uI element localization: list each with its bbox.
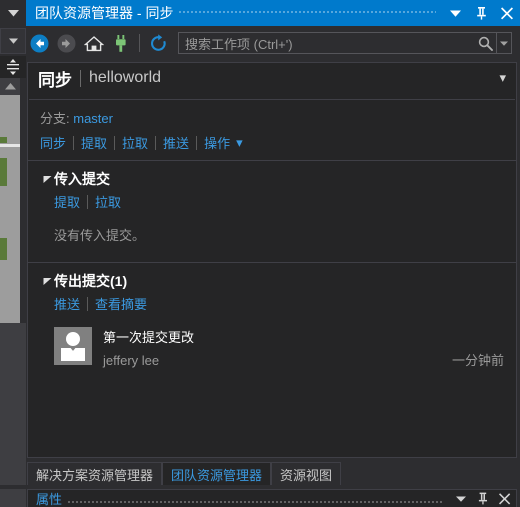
panel-header: 同步 helloworld ▾ [28, 63, 516, 93]
properties-panel-header: 属性 [27, 489, 517, 507]
commit-message: 第一次提交更改 [103, 330, 195, 345]
expand-triangle-icon[interactable] [40, 175, 54, 184]
tab-solution-explorer[interactable]: 解决方案资源管理器 [27, 462, 163, 485]
search-icon [478, 36, 493, 51]
outgoing-section-title: 传出提交(1) [54, 273, 128, 289]
commit-author: jeffery lee [103, 353, 160, 368]
gutter-secondary-dropdown[interactable] [0, 28, 26, 54]
action-link-actions[interactable]: 操作 [204, 133, 230, 152]
actions-caret-icon[interactable]: ▾ [236, 135, 243, 151]
outgoing-commits-section: 传出提交(1) 推送 查看摘要 第一次提交更改 jeffery lee 一分钟前 [28, 262, 516, 379]
search-input[interactable]: 搜索工作项 (Ctrl+') [179, 34, 474, 53]
chevron-down-icon [8, 38, 18, 44]
commit-list-item[interactable]: 第一次提交更改 jeffery lee 一分钟前 [28, 313, 516, 379]
outgoing-link-view-summary[interactable]: 查看摘要 [95, 294, 147, 313]
window-title-bar: 团队资源管理器 - 同步 [26, 0, 520, 26]
incoming-empty-message: 没有传入提交。 [54, 228, 146, 243]
branch-label: 分支: [40, 111, 70, 126]
team-explorer-panel: 同步 helloworld ▾ 分支: master 同步 提取 拉取 推送 操… [27, 62, 517, 458]
outgoing-section-header[interactable]: 传出提交(1) [28, 271, 516, 291]
chevron-down-icon [456, 496, 466, 502]
search-work-items-box[interactable]: 搜索工作项 (Ctrl+') [178, 32, 512, 54]
caret-up-icon [4, 83, 16, 90]
action-link-push[interactable]: 推送 [163, 133, 189, 152]
gutter-edge-fill [20, 78, 26, 323]
action-link-sync[interactable]: 同步 [40, 133, 66, 152]
window-title: 团队资源管理器 - 同步 [35, 5, 174, 21]
chevron-down-icon [449, 10, 461, 17]
home-icon [83, 35, 104, 51]
properties-grip[interactable] [68, 490, 444, 507]
forward-button[interactable] [53, 30, 80, 56]
search-dropdown-button[interactable] [496, 33, 511, 53]
triangle-expanded-icon [43, 175, 51, 183]
incoming-section-header[interactable]: 传入提交 [28, 169, 516, 189]
properties-close-button[interactable] [494, 490, 516, 507]
incoming-link-fetch[interactable]: 提取 [54, 192, 80, 211]
action-link-pull[interactable]: 拉取 [122, 133, 148, 152]
toolbar-separator [139, 34, 140, 52]
panel-menu-caret[interactable]: ▾ [499, 70, 506, 86]
chevron-down-icon [7, 10, 19, 17]
navigation-toolbar: 搜索工作项 (Ctrl+') [26, 26, 520, 60]
action-link-fetch[interactable]: 提取 [81, 133, 107, 152]
action-links-row: 同步 提取 拉取 推送 操作 ▾ [28, 127, 516, 160]
page-title: 同步 [38, 70, 72, 90]
triangle-expanded-icon [43, 277, 51, 285]
tab-resource-view[interactable]: 资源视图 [271, 462, 342, 485]
title-bar-grip[interactable] [179, 0, 436, 26]
team-explorer-window: 团队资源管理器 - 同步 搜索工作项 (Ctrl+') 同步 helloworl… [0, 0, 520, 507]
branch-row: 分支: master [28, 100, 516, 127]
avatar-head-shape [66, 332, 80, 346]
incoming-link-pull[interactable]: 拉取 [95, 192, 121, 211]
left-gutter [0, 0, 26, 507]
change-marker [0, 137, 7, 143]
incoming-commits-section: 传入提交 提取 拉取 没有传入提交。 [28, 160, 516, 262]
pin-icon [476, 7, 486, 20]
pin-icon [478, 492, 487, 505]
adjacent-panel-scrollbar[interactable] [0, 78, 26, 323]
window-close-button[interactable] [494, 0, 520, 26]
scrollbar-thumb[interactable] [0, 95, 20, 323]
outgoing-link-push[interactable]: 推送 [54, 294, 80, 313]
back-button[interactable] [26, 30, 53, 56]
refresh-icon [150, 33, 166, 51]
window-pin-button[interactable] [468, 0, 494, 26]
avatar-body-shape [61, 348, 85, 361]
vertical-resize-icon [7, 59, 19, 75]
avatar [54, 327, 92, 365]
gutter-dropdown-button[interactable] [0, 0, 26, 26]
change-marker [0, 238, 7, 260]
scrollbar-up-arrow[interactable] [0, 78, 20, 95]
forward-icon [57, 34, 76, 52]
branch-name[interactable]: master [73, 111, 113, 126]
bottom-tab-strip: 解决方案资源管理器 团队资源管理器 资源视图 [27, 461, 517, 485]
refresh-button[interactable] [145, 30, 172, 56]
chevron-down-icon [500, 41, 508, 46]
back-icon [30, 34, 49, 52]
plug-icon [115, 34, 126, 52]
home-button[interactable] [80, 30, 107, 56]
project-name: helloworld [89, 69, 162, 86]
commit-time: 一分钟前 [451, 353, 504, 368]
incoming-links: 提取 拉取 [28, 189, 516, 211]
connect-button[interactable] [107, 30, 134, 56]
window-dropdown-button[interactable] [442, 0, 468, 26]
close-icon [499, 492, 511, 504]
properties-pin-button[interactable] [472, 490, 494, 507]
panel-splitter-handle[interactable] [0, 56, 26, 78]
close-icon [500, 6, 513, 19]
properties-title: 属性 [36, 492, 63, 507]
header-divider [80, 69, 81, 87]
tab-team-explorer[interactable]: 团队资源管理器 [162, 462, 272, 485]
incoming-section-title: 传入提交 [54, 171, 110, 187]
outgoing-links: 推送 查看摘要 [28, 291, 516, 313]
gutter-lower-fill [0, 323, 26, 507]
search-icon-button[interactable] [474, 36, 496, 51]
change-marker [0, 158, 7, 186]
expand-triangle-icon[interactable] [40, 277, 54, 286]
properties-dropdown-button[interactable] [450, 490, 472, 507]
